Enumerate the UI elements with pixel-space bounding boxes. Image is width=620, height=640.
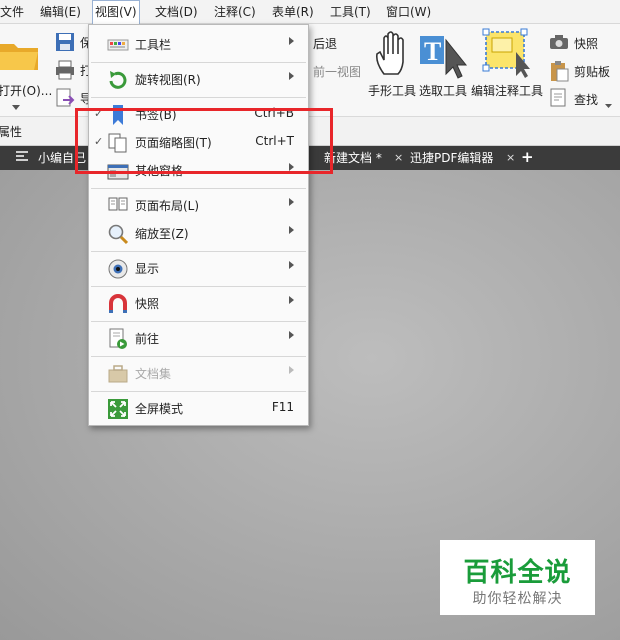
menu-separator bbox=[91, 356, 306, 357]
menu-item-rotate-view[interactable]: 旋转视图(R) bbox=[89, 64, 308, 94]
watermark-logo: 百科全说 助你轻松解决 bbox=[440, 540, 595, 615]
hand-tool-icon[interactable] bbox=[374, 30, 412, 81]
watermark-title: 百科全说 bbox=[463, 558, 572, 588]
menu-separator bbox=[91, 62, 306, 63]
page-layout-icon bbox=[107, 195, 129, 217]
save-icon[interactable] bbox=[55, 32, 75, 55]
menu-document[interactable]: 文档(D) bbox=[153, 0, 200, 24]
menu-item-label: 缩放至(Z) bbox=[135, 227, 189, 241]
menu-item-label: 旋转视图(R) bbox=[135, 73, 201, 87]
submenu-arrow-icon bbox=[289, 296, 294, 304]
menu-item-page-layout[interactable]: 页面布局(L) bbox=[89, 190, 308, 220]
snapshot-magnet-icon bbox=[107, 293, 129, 315]
menu-item-label: 页面布局(L) bbox=[135, 199, 200, 213]
clipboard-label[interactable]: 剪贴板 bbox=[574, 63, 610, 80]
submenu-arrow-icon bbox=[289, 37, 294, 45]
menu-separator bbox=[91, 391, 306, 392]
menu-item-label: 显示 bbox=[135, 262, 160, 276]
highlight-box bbox=[75, 108, 333, 174]
menu-item-display[interactable]: 显示 bbox=[89, 253, 308, 283]
menu-separator bbox=[91, 321, 306, 322]
properties-label[interactable]: 属性 bbox=[0, 123, 22, 140]
menu-item-label: 全屏模式 bbox=[135, 402, 184, 416]
list-menu-icon[interactable] bbox=[16, 151, 30, 166]
portfolio-icon bbox=[107, 363, 129, 385]
rotate-view-icon bbox=[107, 69, 129, 91]
export-icon[interactable] bbox=[55, 88, 75, 111]
menu-view[interactable]: 视图(V) bbox=[92, 0, 140, 24]
view-menu-dropdown: 工具栏 旋转视图(R) ✓ 书签(B) Ctrl+B ✓ 页面缩略图(T) Ct… bbox=[88, 24, 309, 426]
snapshot-label[interactable]: 快照 bbox=[574, 35, 598, 52]
submenu-arrow-icon bbox=[289, 331, 294, 339]
camera-icon[interactable] bbox=[549, 34, 569, 53]
svg-text:T: T bbox=[424, 37, 441, 66]
menu-file[interactable]: 文件 bbox=[0, 0, 26, 24]
fullscreen-icon bbox=[107, 398, 129, 420]
menu-item-zoom-to[interactable]: 缩放至(Z) bbox=[89, 218, 308, 248]
menu-item-label: 工具栏 bbox=[135, 38, 172, 52]
open-folder-icon[interactable] bbox=[0, 38, 40, 75]
menu-bar: 文件 编辑(E) 视图(V) 文档(D) 注释(C) 表单(R) 工具(T) 窗… bbox=[0, 0, 620, 24]
prev-view-label[interactable]: 前一视图 bbox=[313, 63, 361, 80]
display-eye-icon bbox=[107, 258, 129, 280]
menu-item-label: 快照 bbox=[135, 297, 160, 311]
open-button-label[interactable]: 打开(O)... bbox=[0, 82, 52, 99]
menu-item-toolbar[interactable]: 工具栏 bbox=[89, 29, 308, 59]
print-icon[interactable] bbox=[55, 60, 75, 83]
menu-item-fullscreen[interactable]: 全屏模式 F11 bbox=[89, 393, 308, 423]
back-button-label[interactable]: 后退 bbox=[313, 35, 337, 52]
tab-close-icon[interactable]: × bbox=[394, 149, 403, 167]
submenu-arrow-icon bbox=[289, 198, 294, 206]
select-tool-icon[interactable]: T bbox=[418, 34, 470, 83]
chevron-down-icon[interactable] bbox=[605, 98, 612, 112]
goto-page-icon bbox=[107, 328, 129, 350]
find-label[interactable]: 查找 bbox=[574, 91, 598, 108]
menu-separator bbox=[91, 188, 306, 189]
menu-edit[interactable]: 编辑(E) bbox=[38, 0, 83, 24]
menu-separator bbox=[91, 251, 306, 252]
tab-editor[interactable]: 迅捷PDF编辑器 bbox=[406, 149, 497, 169]
find-icon[interactable] bbox=[549, 88, 569, 111]
menu-item-go-to[interactable]: 前往 bbox=[89, 323, 308, 353]
add-tab-icon[interactable]: + bbox=[521, 148, 534, 166]
menu-form[interactable]: 表单(R) bbox=[270, 0, 316, 24]
menu-item-shortcut: F11 bbox=[271, 400, 294, 414]
hand-tool-label[interactable]: 手形工具 bbox=[368, 82, 416, 99]
menu-separator bbox=[91, 97, 306, 98]
submenu-arrow-icon bbox=[289, 226, 294, 234]
clipboard-icon[interactable] bbox=[549, 60, 569, 85]
watermark-subtitle: 助你轻松解决 bbox=[472, 591, 563, 607]
edit-annotation-label[interactable]: 编辑注释工具 bbox=[471, 82, 543, 99]
menu-item-label: 文档集 bbox=[135, 367, 172, 381]
toolbar-icon bbox=[107, 34, 129, 56]
menu-item-snapshot[interactable]: 快照 bbox=[89, 288, 308, 318]
submenu-arrow-icon bbox=[289, 72, 294, 80]
submenu-arrow-icon bbox=[289, 366, 294, 374]
menu-item-label: 前往 bbox=[135, 332, 160, 346]
select-tool-label[interactable]: 选取工具 bbox=[419, 82, 467, 99]
menu-separator bbox=[91, 286, 306, 287]
tab-close-icon[interactable]: × bbox=[506, 149, 515, 167]
chevron-down-icon[interactable] bbox=[12, 100, 20, 114]
edit-annotation-icon[interactable] bbox=[482, 28, 534, 81]
zoom-icon bbox=[107, 223, 129, 245]
submenu-arrow-icon bbox=[289, 261, 294, 269]
menu-tools[interactable]: 工具(T) bbox=[328, 0, 373, 24]
menu-comment[interactable]: 注释(C) bbox=[212, 0, 258, 24]
menu-item-portfolio: 文档集 bbox=[89, 358, 308, 388]
menu-window[interactable]: 窗口(W) bbox=[384, 0, 433, 24]
